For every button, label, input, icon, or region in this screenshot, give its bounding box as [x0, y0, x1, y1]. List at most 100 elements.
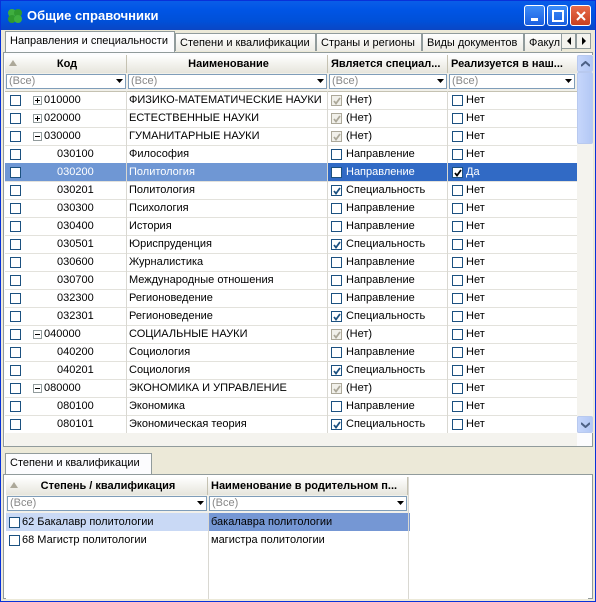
name-cell[interactable]: ГУМАНИТАРНЫЕ НАУКИ — [127, 127, 328, 145]
type-checkbox[interactable] — [331, 149, 342, 160]
type-checkbox[interactable] — [331, 131, 342, 142]
code-cell[interactable]: 030600 — [5, 253, 127, 271]
scroll-thumb[interactable] — [577, 72, 593, 144]
tab-countries-regions[interactable]: Страны и регионы — [316, 33, 422, 51]
tab-faculties[interactable]: Факул — [524, 33, 562, 51]
type-cell[interactable]: Направление — [328, 145, 448, 163]
realized-cell[interactable]: Нет — [448, 271, 577, 289]
type-cell[interactable]: Направление — [328, 397, 448, 415]
type-cell[interactable]: Специальность — [328, 235, 448, 253]
type-cell[interactable]: Направление — [328, 163, 448, 181]
type-cell[interactable]: (Нет) — [328, 325, 448, 343]
filter-code[interactable]: (Все) — [6, 74, 126, 89]
realized-cell[interactable]: Нет — [448, 415, 577, 433]
tab-directions-specialties[interactable]: Направления и специальности — [5, 31, 175, 52]
name-cell[interactable]: Международные отношения — [127, 271, 328, 289]
realized-cell[interactable]: Нет — [448, 181, 577, 199]
row-select-checkbox[interactable] — [10, 203, 21, 214]
code-cell[interactable]: 030300 — [5, 199, 127, 217]
genitive-cell[interactable]: магистра политологии — [209, 531, 410, 549]
code-cell[interactable]: 080000 — [5, 379, 127, 397]
code-cell[interactable]: 030000 — [5, 127, 127, 145]
row-select-checkbox[interactable] — [10, 329, 21, 340]
row-select-checkbox[interactable] — [10, 185, 21, 196]
filter-dropdown[interactable] — [195, 497, 206, 510]
type-checkbox[interactable] — [331, 257, 342, 268]
tab-scroll-left-button[interactable] — [561, 33, 576, 49]
type-checkbox[interactable] — [331, 293, 342, 304]
type-cell[interactable]: Специальность — [328, 415, 448, 433]
type-cell[interactable]: Направление — [328, 199, 448, 217]
type-cell[interactable]: (Нет) — [328, 109, 448, 127]
code-cell[interactable]: 080101 — [5, 415, 127, 433]
filter-realized[interactable]: (Все) — [449, 74, 575, 89]
realized-cell[interactable]: Нет — [448, 91, 577, 109]
table-row[interactable]: 040201 Социология Специальность Нет — [5, 361, 577, 380]
realized-cell[interactable]: Нет — [448, 325, 577, 343]
code-cell[interactable]: 030700 — [5, 271, 127, 289]
realized-checkbox[interactable] — [452, 113, 463, 124]
type-checkbox[interactable] — [331, 401, 342, 412]
realized-checkbox[interactable] — [452, 275, 463, 286]
row-select-checkbox[interactable] — [10, 239, 21, 250]
filter-dropdown[interactable] — [315, 75, 326, 88]
table-row[interactable]: 030100 Философия Направление Нет — [5, 145, 577, 164]
realized-checkbox[interactable] — [452, 149, 463, 160]
code-cell[interactable]: 030501 — [5, 235, 127, 253]
code-cell[interactable]: 032300 — [5, 289, 127, 307]
vertical-scrollbar[interactable] — [577, 55, 593, 433]
degree-cell[interactable]: 68 Магистр политологии — [6, 531, 208, 549]
code-cell[interactable]: 030200 — [5, 163, 127, 181]
row-select-checkbox[interactable] — [10, 257, 21, 268]
tab-degrees-qualifications[interactable]: Степени и квалификации — [175, 33, 316, 51]
row-select-checkbox[interactable] — [10, 275, 21, 286]
maximize-button[interactable] — [547, 5, 568, 26]
type-checkbox[interactable] — [331, 221, 342, 232]
realized-cell[interactable]: Нет — [448, 109, 577, 127]
type-checkbox[interactable] — [331, 113, 342, 124]
row-select-checkbox[interactable] — [10, 221, 21, 232]
realized-checkbox[interactable] — [452, 383, 463, 394]
name-cell[interactable]: Журналистика — [127, 253, 328, 271]
name-cell[interactable]: Политология — [127, 163, 328, 181]
code-cell[interactable]: 010000 — [5, 91, 127, 109]
filter-name[interactable]: (Все) — [128, 74, 327, 89]
table-row[interactable]: 030501 Юриспруденция Специальность Нет — [5, 235, 577, 254]
realized-checkbox[interactable] — [452, 95, 463, 106]
type-checkbox[interactable] — [331, 239, 342, 250]
realized-checkbox[interactable] — [452, 293, 463, 304]
name-cell[interactable]: ЭКОНОМИКА И УПРАВЛЕНИЕ — [127, 379, 328, 397]
code-cell[interactable]: 040000 — [5, 325, 127, 343]
table-row[interactable]: 030000 ГУМАНИТАРНЫЕ НАУКИ (Нет) Нет — [5, 127, 577, 146]
filter-dropdown[interactable] — [395, 497, 406, 510]
type-cell[interactable]: Специальность — [328, 307, 448, 325]
type-checkbox[interactable] — [331, 203, 342, 214]
collapse-button[interactable] — [33, 384, 42, 393]
realized-checkbox[interactable] — [452, 221, 463, 232]
type-cell[interactable]: Направление — [328, 217, 448, 235]
table-row[interactable]: 040000 СОЦИАЛЬНЫЕ НАУКИ (Нет) Нет — [5, 325, 577, 344]
realized-cell[interactable]: Нет — [448, 379, 577, 397]
code-cell[interactable]: 030201 — [5, 181, 127, 199]
row-select-checkbox[interactable] — [10, 383, 21, 394]
realized-cell[interactable]: Нет — [448, 343, 577, 361]
table-row[interactable]: 032301 Регионоведение Специальность Нет — [5, 307, 577, 326]
table-row[interactable]: 080100 Экономика Направление Нет — [5, 397, 577, 416]
name-cell[interactable]: Юриспруденция — [127, 235, 328, 253]
realized-checkbox[interactable] — [452, 347, 463, 358]
table-row[interactable]: 030700 Международные отношения Направление… — [5, 271, 577, 290]
name-cell[interactable]: Регионоведение — [127, 289, 328, 307]
realized-cell[interactable]: Да — [448, 163, 577, 181]
type-cell[interactable]: (Нет) — [328, 379, 448, 397]
table-row[interactable]: 030201 Политология Специальность Нет — [5, 181, 577, 200]
realized-cell[interactable]: Нет — [448, 307, 577, 325]
realized-cell[interactable]: Нет — [448, 253, 577, 271]
name-cell[interactable]: Регионоведение — [127, 307, 328, 325]
type-cell[interactable]: Направление — [328, 253, 448, 271]
tab-scroll-right-button[interactable] — [576, 33, 591, 49]
realized-checkbox[interactable] — [452, 185, 463, 196]
close-button[interactable] — [570, 5, 591, 26]
type-cell[interactable]: Направление — [328, 271, 448, 289]
table-row[interactable]: 030300 Психология Направление Нет — [5, 199, 577, 218]
table-row[interactable]: 030600 Журналистика Направление Нет — [5, 253, 577, 272]
